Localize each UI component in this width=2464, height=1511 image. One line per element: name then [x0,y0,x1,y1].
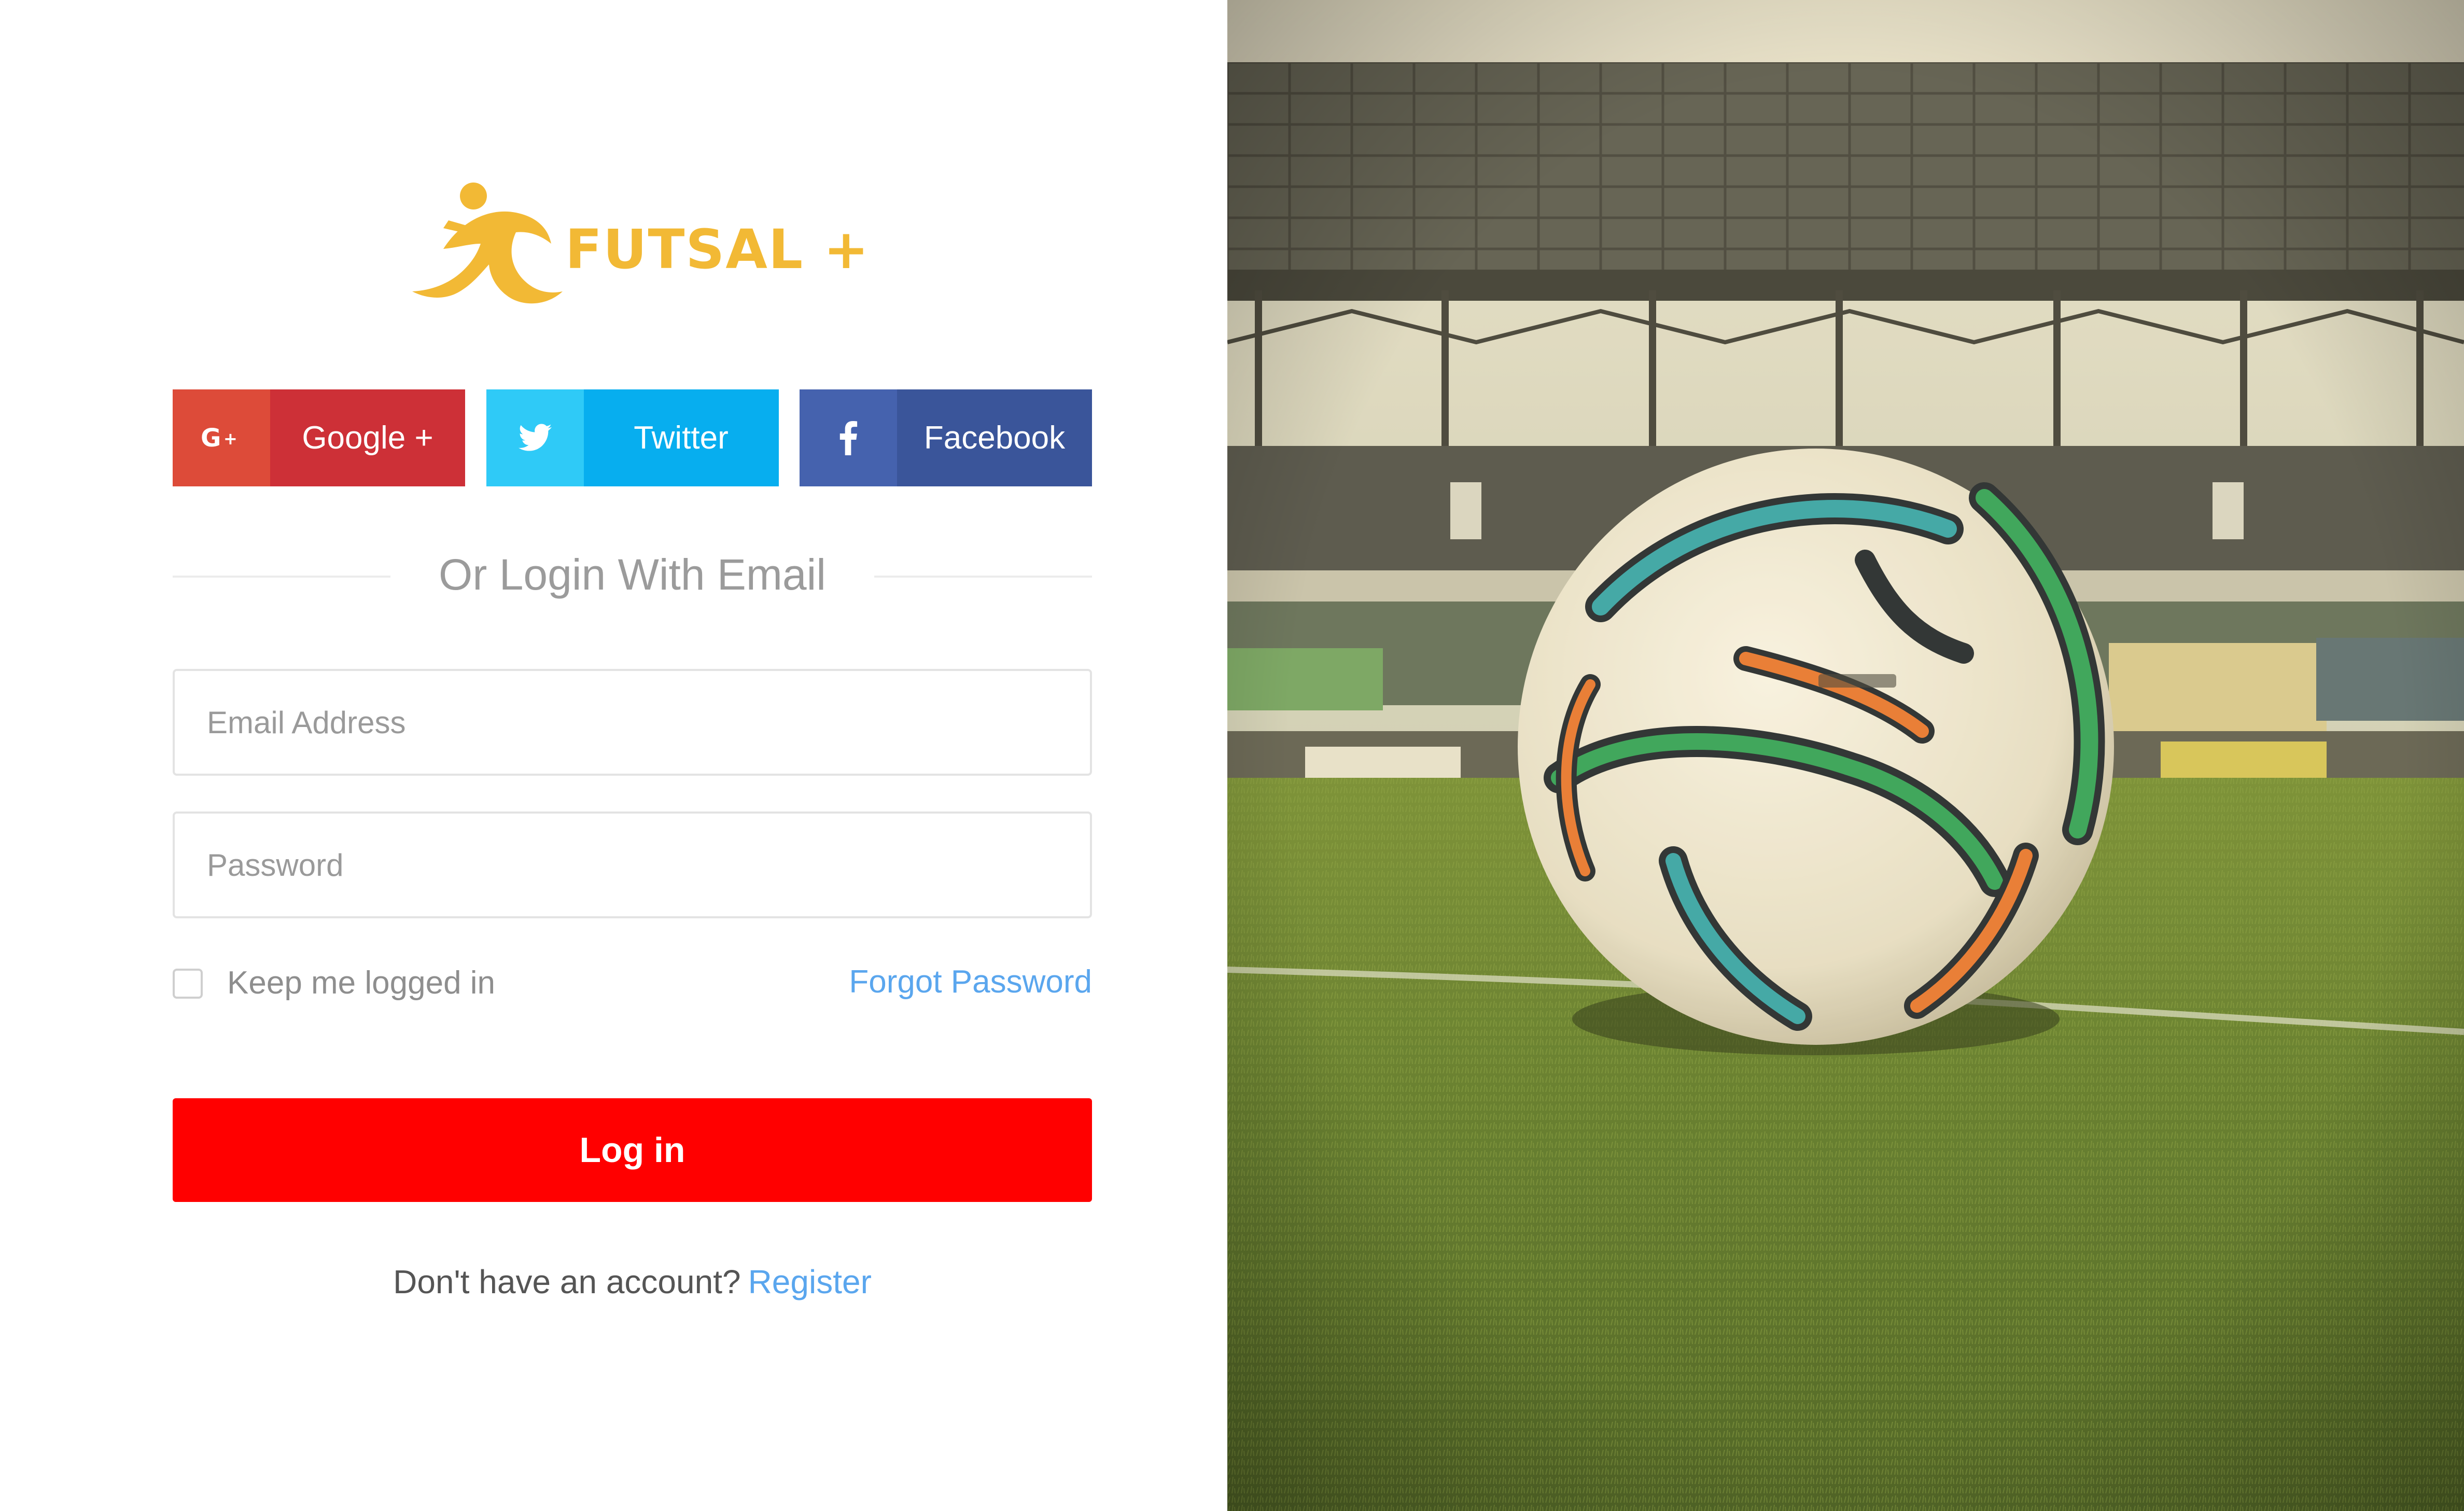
keep-logged-in-label: Keep me logged in [227,965,496,1001]
twitter-bird-icon [486,389,584,486]
twitter-bird-glyph [518,424,552,451]
svg-text:G: G [201,424,221,453]
register-row: Don't have an account? Register [173,1263,1092,1301]
social-login-row: G + Google + Twitter Facebook [173,389,1092,486]
svg-text:+: + [223,429,237,449]
login-panel: FUTSAL + G + Google + Twitter Facebook O… [0,0,1227,1511]
facebook-label: Facebook [897,389,1092,486]
divider-text: Or Login With Email [439,550,826,599]
keep-logged-in-checkbox[interactable] [173,969,203,999]
soccer-ball-stadium-photo [1227,0,2464,1511]
brand-name: FUTSAL + [565,218,870,281]
login-options-row: Keep me logged in Forgot Password [173,954,1092,1011]
login-button[interactable]: Log in [173,1098,1092,1202]
divider-line-left [173,576,390,578]
email-input[interactable] [173,669,1092,776]
register-prompt: Don't have an account? [393,1263,741,1300]
facebook-f-icon [800,389,897,486]
email-login-divider: Or Login With Email [173,539,1092,612]
facebook-f-glyph [839,421,858,455]
runner-icon [412,183,563,304]
facebook-login-button[interactable]: Facebook [800,389,1092,486]
login-page: FUTSAL + G + Google + Twitter Facebook O… [0,0,2464,1511]
twitter-label: Twitter [583,389,779,486]
google-plus-login-button[interactable]: G + Google + [173,389,465,486]
password-input[interactable] [173,812,1092,918]
google-plus-glyph: G + [201,424,237,453]
register-link[interactable]: Register [748,1263,872,1300]
google-plus-label: Google + [270,389,465,486]
twitter-login-button[interactable]: Twitter [486,389,779,486]
forgot-password-link[interactable]: Forgot Password [849,963,1092,1000]
brand-logo: FUTSAL + [412,171,869,327]
hero-image [1227,0,2464,1511]
divider-line-right [874,576,1092,578]
google-plus-icon: G + [173,389,270,486]
